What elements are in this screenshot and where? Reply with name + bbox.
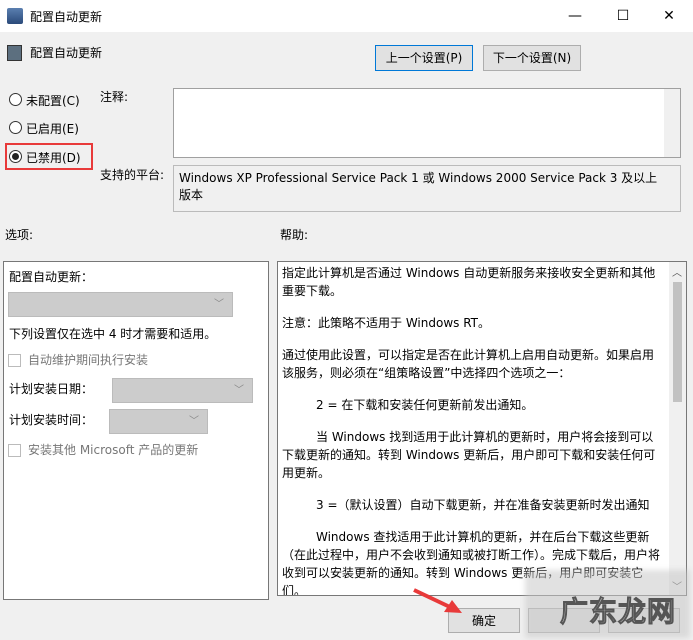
scroll-thumb[interactable] [673, 282, 682, 402]
title-bar: 配置自动更新 — ☐ ✕ [0, 0, 693, 32]
help-pane: 指定此计算机是否通过 Windows 自动更新服务来接收安全更新和其他重要下载。… [277, 261, 687, 596]
options-pane: 配置自动更新： ﹀ 下列设置仅在选中 4 时才需要和适用。 自动维护期间执行安装… [3, 261, 269, 600]
time-label: 计划安装时间： [9, 413, 94, 427]
help-paragraph: 通过使用此设置，可以指定是否在此计算机上启用自动更新。如果启用该服务，则必须在“… [282, 348, 655, 380]
other-products-label: 安装其他 Microsoft 产品的更新 [28, 443, 199, 457]
next-setting-button[interactable]: 下一个设置(N) [483, 45, 581, 71]
close-button[interactable]: ✕ [646, 0, 692, 32]
minimize-button[interactable]: — [552, 0, 598, 32]
scroll-up-icon[interactable]: ︿ [672, 264, 682, 279]
chevron-down-icon: ﹀ [214, 299, 224, 310]
help-paragraph: 注意：此策略不适用于 Windows RT。 [282, 316, 490, 330]
radio-label: 未配置(C) [26, 94, 80, 108]
policy-icon [7, 45, 22, 61]
radio-icon [9, 121, 22, 134]
maximize-button[interactable]: ☐ [600, 0, 646, 32]
help-paragraph: 指定此计算机是否通过 Windows 自动更新服务来接收安全更新和其他重要下载。 [282, 266, 656, 298]
watermark-logo: 广东龙网 [559, 595, 677, 629]
app-icon [7, 8, 23, 24]
platform-label: 支持的平台: [100, 168, 165, 182]
red-arrow-annotation [413, 588, 462, 613]
maint-checkbox[interactable] [8, 354, 21, 367]
day-label: 计划安装日期： [9, 382, 94, 396]
configure-dropdown[interactable]: ﹀ [8, 292, 233, 317]
platform-text: Windows XP Professional Service Pack 1 或… [179, 171, 658, 202]
options-label: 选项: [5, 228, 34, 242]
window-title: 配置自动更新 [30, 10, 103, 24]
configure-label: 配置自动更新： [9, 270, 94, 284]
scrollbar[interactable] [664, 89, 680, 157]
prev-setting-button[interactable]: 上一个设置(P) [375, 45, 473, 71]
chevron-down-icon: ﹀ [234, 385, 244, 396]
note-text: 下列设置仅在选中 4 时才需要和适用。 [9, 327, 217, 341]
maint-checkbox-label: 自动维护期间执行安装 [28, 353, 149, 367]
other-products-checkbox[interactable] [8, 444, 21, 457]
radio-label: 已启用(E) [26, 122, 79, 136]
radio-icon-selected [9, 150, 22, 163]
radio-label: 已禁用(D) [26, 151, 81, 165]
help-paragraph: 2 = 在下载和安装任何更新前发出通知。 [316, 398, 534, 412]
comment-label: 注释: [100, 90, 129, 104]
policy-title: 配置自动更新 [30, 46, 103, 60]
comment-textarea[interactable] [173, 88, 681, 158]
radio-icon [9, 93, 22, 106]
scrollbar[interactable] [664, 166, 680, 211]
day-dropdown[interactable]: ﹀ [112, 378, 253, 403]
chevron-down-icon: ﹀ [189, 416, 199, 427]
help-label: 帮助: [280, 228, 309, 242]
time-dropdown[interactable]: ﹀ [109, 409, 208, 434]
help-paragraph: 3 =（默认设置）自动下载更新，并在准备安装更新时发出通知 [316, 498, 650, 512]
platform-value: Windows XP Professional Service Pack 1 或… [173, 165, 681, 212]
help-paragraph: 当 Windows 找到适用于此计算机的更新时，用户将会接到可以下载更新的通知。… [282, 430, 656, 480]
help-scrollbar[interactable]: ︿ ﹀ [669, 262, 686, 595]
